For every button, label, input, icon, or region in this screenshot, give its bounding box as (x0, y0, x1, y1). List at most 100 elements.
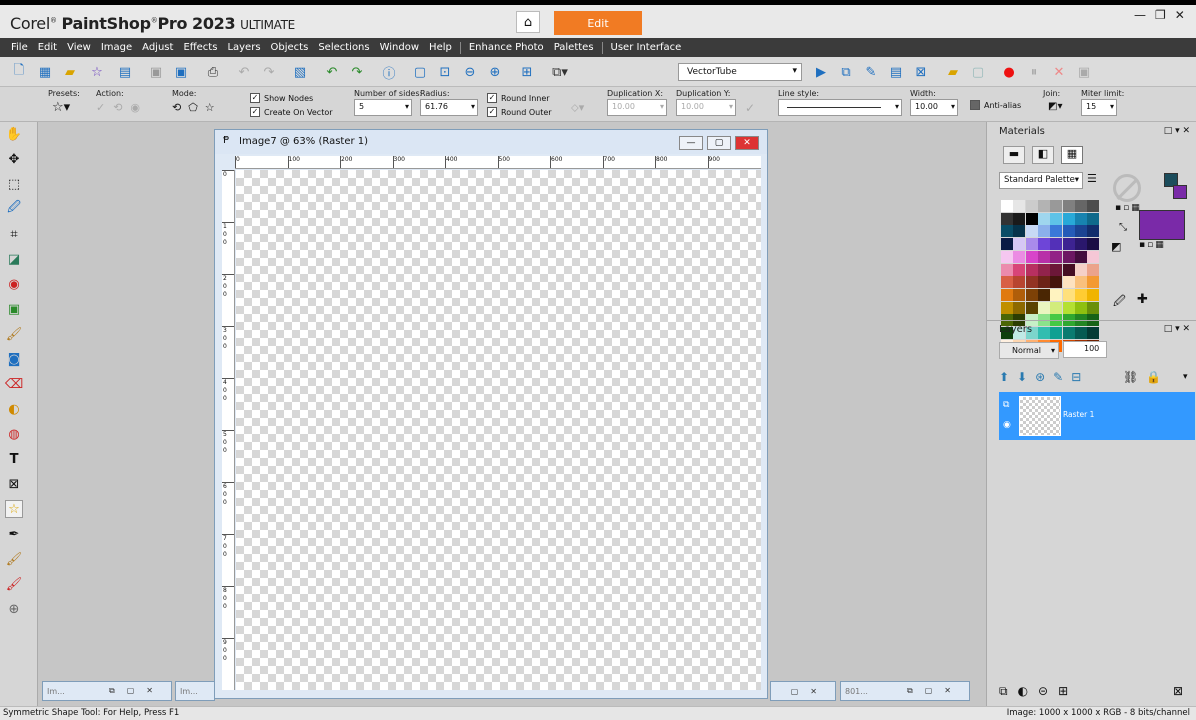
minimized-window[interactable]: Im... (175, 681, 215, 701)
color-swatch[interactable] (1062, 212, 1075, 225)
presets-star-icon[interactable]: ☆▾ (52, 100, 70, 115)
command-history-icon[interactable]: ▧ (291, 63, 309, 81)
menu-file[interactable]: File (11, 42, 28, 53)
add-swatch-icon[interactable]: ✚ (1137, 292, 1148, 307)
zoom-out-icon[interactable]: ⊖ (461, 63, 479, 81)
color-swatch[interactable] (1037, 301, 1050, 314)
color-swatch[interactable] (1037, 212, 1050, 225)
info-icon[interactable]: ⓘ (380, 63, 398, 82)
color-swatch[interactable] (1087, 263, 1100, 276)
menu-palettes[interactable]: Palettes (554, 42, 594, 53)
menu-help[interactable]: Help (429, 42, 452, 53)
width-field[interactable]: 10.00 ▾ (910, 99, 958, 116)
straighten-tool-icon[interactable]: ◪ (5, 250, 23, 268)
antialias-checkbox[interactable]: Anti-alias (970, 100, 1021, 110)
menu-user-interface[interactable]: User Interface (611, 42, 682, 53)
zoom-in-icon[interactable]: ⊕ (486, 63, 504, 81)
color-swatch[interactable] (1001, 263, 1013, 276)
dropper-tool-icon[interactable]: 🖉 (5, 200, 23, 218)
transparent-canvas[interactable] (236, 170, 761, 690)
color-swatch[interactable] (1074, 212, 1087, 225)
color-swatch[interactable] (1037, 200, 1050, 212)
color-swatch[interactable] (1013, 301, 1026, 314)
color-swatch[interactable] (1087, 200, 1100, 212)
color-swatch[interactable] (1013, 200, 1026, 212)
print-icon[interactable]: ⎙ (204, 63, 222, 81)
color-swatch[interactable] (1087, 250, 1100, 263)
color-swatch[interactable] (1087, 225, 1100, 238)
color-swatch[interactable] (1074, 276, 1087, 289)
pick-tool-icon[interactable]: ✥ (5, 150, 23, 168)
visibility-eye-icon[interactable]: ◉ (1003, 420, 1011, 430)
symmetric-shape-tool-icon[interactable]: ☆ (5, 500, 23, 518)
color-swatch[interactable] (1087, 276, 1100, 289)
color-swatch[interactable] (1025, 238, 1038, 251)
menu-effects[interactable]: Effects (183, 42, 217, 53)
color-swatch[interactable] (1001, 225, 1013, 238)
color-swatch[interactable] (1062, 238, 1075, 251)
scanner-icon[interactable]: ▤ (116, 63, 134, 81)
script-output-icon[interactable]: ▢ (969, 63, 987, 81)
color-swatch[interactable] (1050, 212, 1063, 225)
warp-tool-icon[interactable]: ⊠ (5, 475, 23, 493)
gradient-icon[interactable]: ◧ (1032, 146, 1054, 164)
run-script-icon[interactable]: ▶ (812, 63, 830, 81)
pause-icon[interactable]: ⏸ (1025, 63, 1043, 81)
mode-icons[interactable]: ⟲⬠☆ (172, 101, 222, 114)
color-swatch[interactable] (1050, 225, 1063, 238)
fit-window-icon[interactable]: ⊡ (436, 63, 454, 81)
menu-edit[interactable]: Edit (38, 42, 57, 53)
color-replacer-icon[interactable]: 🖌 (5, 575, 23, 593)
open-icon[interactable]: ▰ (61, 63, 79, 81)
dup-x-field[interactable]: 10.00 ▾ (607, 99, 667, 116)
save-record-icon[interactable]: ▣ (1075, 63, 1093, 81)
menu-selections[interactable]: Selections (318, 42, 369, 53)
color-swatch[interactable] (1074, 301, 1087, 314)
red-eye-tool-icon[interactable]: ◉ (5, 275, 23, 293)
action-icons[interactable]: ✓⟲◉ (96, 101, 148, 114)
save-icon[interactable]: ▣ (147, 63, 165, 81)
color-swatch[interactable] (1037, 238, 1050, 251)
restore-icon[interactable]: ❐ (1155, 8, 1166, 24)
pen-tool-icon[interactable]: ✒ (5, 525, 23, 543)
new-from-template-icon[interactable]: ▦ (36, 63, 54, 81)
background-color-swatch[interactable] (1173, 185, 1187, 199)
layer-row-raster-1[interactable]: ⧉ ◉ Raster 1 (999, 392, 1195, 440)
color-swatch[interactable] (1062, 301, 1075, 314)
color-swatch[interactable] (1025, 263, 1038, 276)
color-swatch[interactable] (1037, 288, 1050, 301)
color-swatch[interactable] (1074, 200, 1087, 212)
color-swatch[interactable] (1074, 327, 1087, 339)
menu-adjust[interactable]: Adjust (142, 42, 173, 53)
color-swatch[interactable] (1013, 250, 1026, 263)
color-swatch[interactable] (1074, 238, 1087, 251)
script-debug-icon[interactable]: ⧉ (837, 63, 855, 81)
color-swatch[interactable] (1087, 301, 1100, 314)
stroke-style-icons[interactable]: ▪▫▦ (1115, 203, 1142, 213)
minimized-window[interactable]: 801... ⧉▢✕ (840, 681, 970, 701)
show-nodes-checkbox[interactable]: ✓ Show Nodes (250, 93, 313, 103)
color-swatch[interactable] (1062, 327, 1075, 339)
line-style-select[interactable]: ▾ (778, 99, 902, 116)
makeover-tool-icon[interactable]: ▣ (5, 300, 23, 318)
color-swatch[interactable] (1087, 238, 1100, 251)
text-tool-icon[interactable]: T (5, 450, 23, 468)
cancel-record-icon[interactable]: ✕ (1050, 63, 1068, 81)
apply-check-icon[interactable]: ✓ (745, 101, 755, 115)
frame-icon[interactable]: ▬ (1003, 146, 1025, 164)
add-tool-icon[interactable]: ⊕ (5, 600, 23, 618)
color-swatch[interactable] (1025, 276, 1038, 289)
color-swatch[interactable] (1001, 250, 1013, 263)
sides-field[interactable]: 5 ▾ (354, 99, 412, 116)
color-swatch[interactable] (1025, 301, 1038, 314)
color-swatch[interactable] (1087, 327, 1100, 339)
color-swatch[interactable] (1062, 276, 1075, 289)
color-swatch[interactable] (1025, 212, 1038, 225)
color-swatch[interactable] (1013, 263, 1026, 276)
link-lock-icons[interactable]: ⛓🔒 (1123, 370, 1169, 384)
color-swatch[interactable] (1025, 288, 1038, 301)
image-close-icon[interactable]: ✕ (735, 136, 759, 150)
swatches-icon[interactable]: ▦ (1061, 146, 1083, 164)
menu-image[interactable]: Image (101, 42, 132, 53)
menu-enhance-photo[interactable]: Enhance Photo (469, 42, 544, 53)
